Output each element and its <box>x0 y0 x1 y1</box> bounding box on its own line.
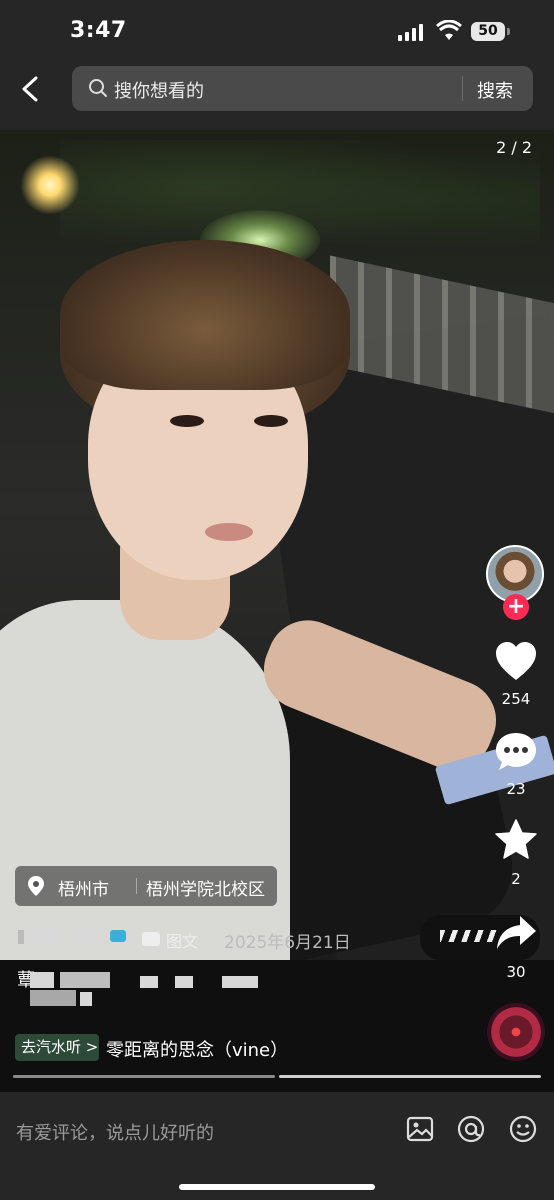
heart-icon[interactable] <box>494 640 538 684</box>
photo-eye-right <box>254 415 288 427</box>
image-text-icon <box>142 932 160 946</box>
wifi-icon <box>436 20 462 40</box>
back-arrow-icon[interactable] <box>18 76 44 102</box>
progress-segment-1 <box>13 1075 275 1078</box>
search-input[interactable]: 搜你想看的 搜索 <box>72 66 533 111</box>
emoji-icon[interactable] <box>508 1114 538 1144</box>
location-city: 梧州市 <box>58 880 109 900</box>
follow-button[interactable]: + <box>503 594 529 620</box>
post-type-label: 图文 <box>166 932 199 951</box>
status-bar: 3:47 50 <box>0 0 554 62</box>
location-pin-icon <box>28 876 44 896</box>
photo-eye-left <box>170 415 204 427</box>
location-place: 梧州学院北校区 <box>146 880 265 900</box>
post-photo[interactable] <box>0 130 554 960</box>
at-icon[interactable] <box>456 1114 486 1144</box>
share-count: 30 <box>506 963 526 981</box>
obscured-block <box>222 976 258 988</box>
obscured-block <box>30 972 54 988</box>
cellular-signal-icon <box>398 24 423 41</box>
obscured-block <box>18 930 24 944</box>
location-separator <box>136 878 137 894</box>
search-header: 搜你想看的 搜索 <box>0 62 554 130</box>
obscured-block <box>110 930 126 942</box>
search-divider <box>462 76 463 101</box>
share-icon[interactable] <box>494 912 538 956</box>
obscured-block <box>30 990 76 1006</box>
obscured-block <box>74 928 94 944</box>
obscured-block <box>60 972 110 988</box>
battery-indicator: 50 <box>471 22 505 41</box>
search-icon <box>89 79 107 97</box>
search-placeholder: 搜你想看的 <box>114 81 204 102</box>
favorite-count: 2 <box>511 870 521 888</box>
comment-count: 23 <box>506 780 526 798</box>
obscured-block <box>140 976 158 988</box>
battery-tip <box>507 28 510 35</box>
music-title[interactable]: 零距离的思念（vine） <box>106 1036 288 1062</box>
image-icon[interactable] <box>405 1114 435 1144</box>
comment-bar: 有爱评论，说点儿好听的 <box>0 1092 554 1200</box>
obscured-block <box>175 976 193 988</box>
progress-segment-2 <box>279 1075 541 1078</box>
photo-shoe-stripes <box>440 930 500 942</box>
comment-input[interactable]: 有爱评论，说点儿好听的 <box>16 1119 214 1145</box>
like-count: 254 <box>501 690 531 708</box>
music-source-tag[interactable]: 去汽水听 > <box>15 1034 99 1061</box>
obscured-block <box>32 928 58 944</box>
search-button[interactable]: 搜索 <box>477 77 513 103</box>
comment-icon[interactable] <box>494 730 538 774</box>
photo-mouth <box>205 523 253 541</box>
photo-streetlight <box>20 155 80 215</box>
location-tag[interactable]: 梧州市 梧州学院北校区 <box>15 866 277 906</box>
status-time: 3:47 <box>70 18 127 43</box>
photo-shirt <box>0 600 290 960</box>
obscured-block <box>80 992 92 1006</box>
photo-fringe <box>60 240 350 390</box>
music-disc-icon[interactable] <box>487 1003 545 1061</box>
post-date: 2025年6月21日 <box>224 933 351 953</box>
star-icon[interactable] <box>494 818 538 862</box>
home-indicator[interactable] <box>179 1184 375 1190</box>
image-counter: 2 / 2 <box>496 138 532 157</box>
